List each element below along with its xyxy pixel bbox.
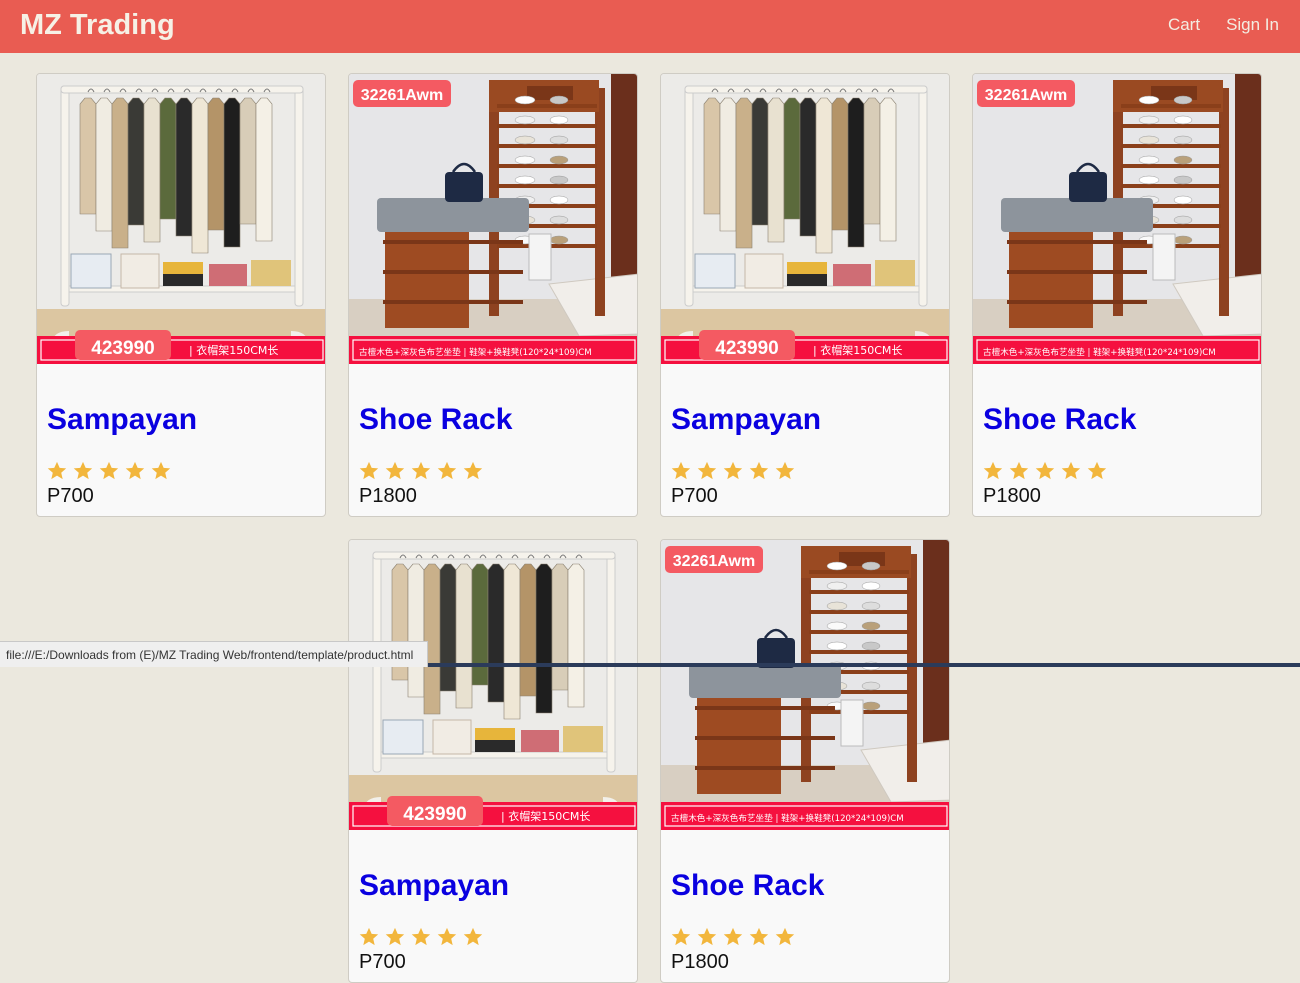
product-price: P1800 — [359, 485, 417, 507]
star-icon — [47, 461, 67, 480]
product-image[interactable]: 423990 | 衣帽架150CM长 — [37, 74, 325, 364]
product-price: P700 — [47, 485, 94, 507]
product-card[interactable]: 32261Awm 古檀木色+深灰色布艺坐垫 | 鞋架+换鞋凳(120*24*10… — [972, 73, 1262, 517]
product-image[interactable]: 423990 | 衣帽架150CM长 — [349, 540, 637, 830]
star-icon — [1009, 461, 1029, 480]
product-title-link[interactable]: Sampayan — [359, 868, 509, 904]
svg-text:423990: 423990 — [715, 338, 778, 359]
product-image-shoe-rack: 32261Awm 古檀木色+深灰色布艺坐垫 | 鞋架+换鞋凳(120*24*10… — [661, 540, 949, 830]
svg-text:古檀木色+深灰色布艺坐垫 | 鞋架+换鞋凳(120*24*1: 古檀木色+深灰色布艺坐垫 | 鞋架+换鞋凳(120*24*109)CM — [359, 346, 592, 358]
star-icon — [1087, 461, 1107, 480]
star-icon — [73, 461, 93, 480]
product-card[interactable]: 423990 | 衣帽架150CM长 Sampayan P700 — [348, 539, 638, 983]
product-price: P1800 — [671, 951, 729, 973]
star-icon — [125, 461, 145, 480]
product-title-link[interactable]: Shoe Rack — [983, 402, 1136, 438]
svg-text:32261Awm: 32261Awm — [673, 553, 755, 570]
svg-text:| 衣帽架150CM长: | 衣帽架150CM长 — [501, 809, 590, 823]
product-image-shoe-rack: 32261Awm 古檀木色+深灰色布艺坐垫 | 鞋架+换鞋凳(120*24*10… — [349, 74, 637, 364]
brand-logo-link[interactable]: MZ Trading — [20, 7, 175, 43]
sign-in-link[interactable]: Sign In — [1226, 14, 1279, 36]
star-icon — [749, 927, 769, 946]
star-icon — [671, 461, 691, 480]
star-icon — [359, 461, 379, 480]
product-price: P700 — [671, 485, 718, 507]
product-card[interactable]: 32261Awm 古檀木色+深灰色布艺坐垫 | 鞋架+换鞋凳(120*24*10… — [348, 73, 638, 517]
product-image[interactable]: 423990 | 衣帽架150CM长 — [661, 74, 949, 364]
star-icon — [463, 927, 483, 946]
product-title-link[interactable]: Shoe Rack — [359, 402, 512, 438]
product-card[interactable]: 423990 | 衣帽架150CM长 Sampayan P700 — [660, 73, 950, 517]
svg-text:古檀木色+深灰色布艺坐垫 | 鞋架+换鞋凳(120*24*1: 古檀木色+深灰色布艺坐垫 | 鞋架+换鞋凳(120*24*109)CM — [983, 346, 1216, 358]
star-icon — [99, 461, 119, 480]
star-icon — [385, 927, 405, 946]
rating-stars — [358, 926, 484, 948]
rating-stars — [670, 926, 796, 948]
rating-stars — [46, 460, 172, 482]
star-icon — [1061, 461, 1081, 480]
star-icon — [749, 461, 769, 480]
svg-text:32261Awm: 32261Awm — [985, 87, 1067, 104]
star-icon — [437, 461, 457, 480]
rating-stars — [670, 460, 796, 482]
svg-text:423990: 423990 — [91, 338, 154, 359]
browser-status-bar: file:///E:/Downloads from (E)/MZ Trading… — [0, 641, 428, 667]
os-taskbar-edge — [428, 663, 1300, 667]
rating-stars — [358, 460, 484, 482]
product-image-clothes-rack: 423990 | 衣帽架150CM长 — [349, 540, 637, 830]
star-icon — [411, 461, 431, 480]
star-icon — [775, 461, 795, 480]
star-icon — [359, 927, 379, 946]
star-icon — [671, 927, 691, 946]
svg-text:423990: 423990 — [403, 804, 466, 825]
star-icon — [723, 927, 743, 946]
top-navbar: MZ Trading Cart Sign In — [0, 0, 1300, 53]
product-title-link[interactable]: Shoe Rack — [671, 868, 824, 904]
product-image-clothes-rack: 423990 | 衣帽架150CM长 — [37, 74, 325, 364]
svg-text:| 衣帽架150CM长: | 衣帽架150CM长 — [189, 343, 278, 357]
rating-stars — [982, 460, 1108, 482]
cart-link[interactable]: Cart — [1168, 14, 1200, 36]
star-icon — [697, 927, 717, 946]
product-title-link[interactable]: Sampayan — [671, 402, 821, 438]
product-image-clothes-rack: 423990 | 衣帽架150CM长 — [661, 74, 949, 364]
star-icon — [775, 927, 795, 946]
star-icon — [385, 461, 405, 480]
product-price: P700 — [359, 951, 406, 973]
star-icon — [151, 461, 171, 480]
star-icon — [697, 461, 717, 480]
product-image[interactable]: 32261Awm 古檀木色+深灰色布艺坐垫 | 鞋架+换鞋凳(120*24*10… — [973, 74, 1261, 364]
product-card[interactable]: 32261Awm 古檀木色+深灰色布艺坐垫 | 鞋架+换鞋凳(120*24*10… — [660, 539, 950, 983]
svg-text:32261Awm: 32261Awm — [361, 87, 443, 104]
star-icon — [1035, 461, 1055, 480]
product-image[interactable]: 32261Awm 古檀木色+深灰色布艺坐垫 | 鞋架+换鞋凳(120*24*10… — [349, 74, 637, 364]
star-icon — [437, 927, 457, 946]
product-image-shoe-rack: 32261Awm 古檀木色+深灰色布艺坐垫 | 鞋架+换鞋凳(120*24*10… — [973, 74, 1261, 364]
star-icon — [411, 927, 431, 946]
star-icon — [463, 461, 483, 480]
star-icon — [723, 461, 743, 480]
svg-text:| 衣帽架150CM长: | 衣帽架150CM长 — [813, 343, 902, 357]
svg-text:古檀木色+深灰色布艺坐垫 | 鞋架+换鞋凳(120*24*1: 古檀木色+深灰色布艺坐垫 | 鞋架+换鞋凳(120*24*109)CM — [671, 812, 904, 824]
product-price: P1800 — [983, 485, 1041, 507]
star-icon — [983, 461, 1003, 480]
product-image[interactable]: 32261Awm 古檀木色+深灰色布艺坐垫 | 鞋架+换鞋凳(120*24*10… — [661, 540, 949, 830]
nav-links: Cart Sign In — [1168, 14, 1279, 36]
product-title-link[interactable]: Sampayan — [47, 402, 197, 438]
product-card[interactable]: 423990 | 衣帽架150CM长 Sampayan P700 — [36, 73, 326, 517]
